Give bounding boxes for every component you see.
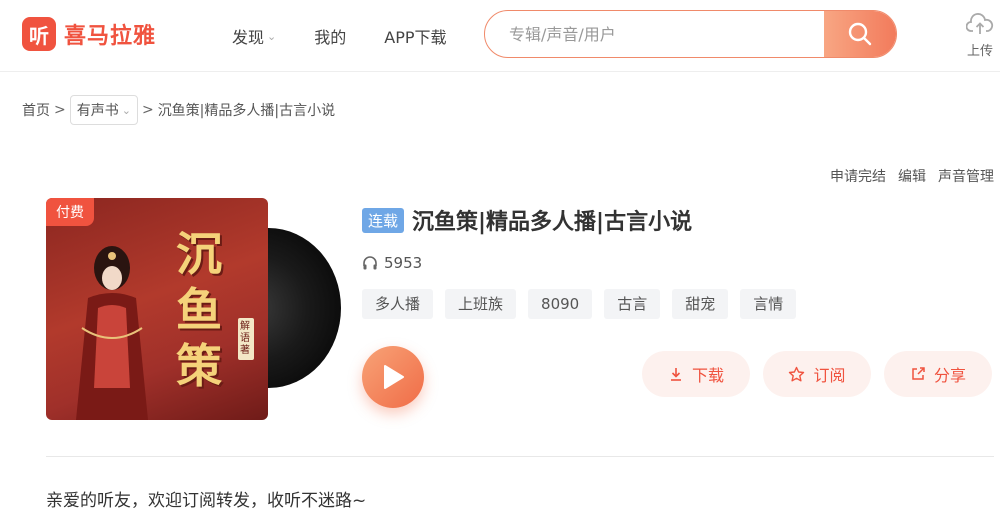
nav-item-app-download[interactable]: APP下载 — [384, 24, 446, 48]
album-cover-wrap: 付费 沉 鱼 策 解语著 — [46, 198, 341, 420]
download-button[interactable]: 下载 — [642, 351, 750, 397]
cover-title-art: 沉 鱼 策 — [176, 226, 236, 394]
cover-title-char: 鱼 — [176, 283, 222, 337]
upload-label: 上传 — [966, 44, 993, 59]
download-icon — [670, 368, 681, 381]
breadcrumb-separator: > — [141, 102, 154, 118]
nav-item-label: APP下载 — [384, 28, 447, 47]
album-tags: 多人播 上班族 8090 古言 甜宠 言情 — [362, 289, 808, 319]
top-header: 听 喜马拉雅 发现 ⌄ 我的 APP下载 上传 — [0, 0, 1000, 72]
cover-title-char: 沉 — [176, 227, 222, 281]
share-icon — [912, 367, 925, 380]
album-admin-links: 申请完结 编辑 声音管理 — [818, 166, 994, 186]
breadcrumb-category-dropdown[interactable]: 有声书 ⌄ — [69, 95, 138, 125]
breadcrumb-category-label: 有声书 — [76, 103, 119, 119]
logo-text: 喜马拉雅 — [64, 24, 157, 49]
paid-badge: 付费 — [46, 198, 94, 226]
album-title-row: 连载 沉鱼策|精品多人播|古言小说 — [362, 204, 692, 236]
breadcrumb-home[interactable]: 首页 — [22, 100, 50, 120]
nav-item-mine[interactable]: 我的 — [314, 24, 346, 48]
star-icon — [789, 366, 805, 381]
serial-status-tag: 连载 — [362, 207, 405, 233]
tag-item[interactable]: 甜宠 — [672, 289, 729, 319]
subscribe-label: 订阅 — [813, 366, 846, 385]
tag-item[interactable]: 8090 — [528, 289, 593, 319]
album-cover[interactable]: 付费 沉 鱼 策 解语著 — [46, 198, 268, 420]
chevron-down-icon: ⌄ — [267, 29, 277, 43]
cloud-upload-icon — [965, 13, 994, 34]
tag-item[interactable]: 言情 — [740, 289, 797, 319]
cover-title-char: 策 — [176, 339, 222, 393]
nav-item-discover[interactable]: 发现 ⌄ — [232, 24, 276, 48]
subscribe-button[interactable]: 订阅 — [763, 351, 871, 397]
search-input[interactable] — [485, 11, 824, 57]
cover-figure-illustration — [76, 246, 148, 420]
search-box — [484, 10, 897, 58]
manage-sounds-link[interactable]: 声音管理 — [938, 166, 994, 186]
tag-item[interactable]: 上班族 — [445, 289, 517, 319]
apply-finish-link[interactable]: 申请完结 — [830, 166, 886, 186]
play-button[interactable] — [362, 346, 424, 408]
search-icon — [848, 22, 872, 46]
nav-item-label: 我的 — [314, 28, 347, 47]
section-divider — [46, 456, 994, 457]
main-nav: 发现 ⌄ 我的 APP下载 — [232, 24, 485, 48]
headphones-icon — [363, 256, 377, 270]
share-label: 分享 — [933, 366, 966, 385]
breadcrumb-current: 沉鱼策|精品多人播|古言小说 — [157, 103, 336, 119]
play-count-value: 5953 — [384, 254, 423, 272]
logo-mark: 听 — [22, 17, 56, 51]
play-icon — [384, 365, 404, 389]
upload-button[interactable]: 上传 — [962, 12, 998, 59]
edit-link[interactable]: 编辑 — [898, 166, 926, 186]
play-count: 5953 — [362, 254, 422, 272]
share-button[interactable]: 分享 — [884, 351, 992, 397]
cover-author-seal: 解语著 — [238, 318, 254, 360]
tag-item[interactable]: 古言 — [604, 289, 661, 319]
tag-item[interactable]: 多人播 — [362, 289, 434, 319]
download-label: 下载 — [691, 366, 724, 385]
nav-item-label: 发现 — [232, 28, 265, 47]
chevron-down-icon: ⌄ — [121, 103, 131, 117]
album-title: 沉鱼策|精品多人播|古言小说 — [412, 210, 693, 235]
breadcrumb: 首页 > 有声书 ⌄ > 沉鱼策|精品多人播|古言小说 — [22, 95, 335, 125]
search-button[interactable] — [824, 11, 896, 57]
album-intro-text: 亲爱的听友，欢迎订阅转发，收听不迷路~ — [46, 491, 367, 511]
brand-logo[interactable]: 听 喜马拉雅 — [22, 17, 156, 51]
breadcrumb-separator: > — [54, 102, 66, 118]
